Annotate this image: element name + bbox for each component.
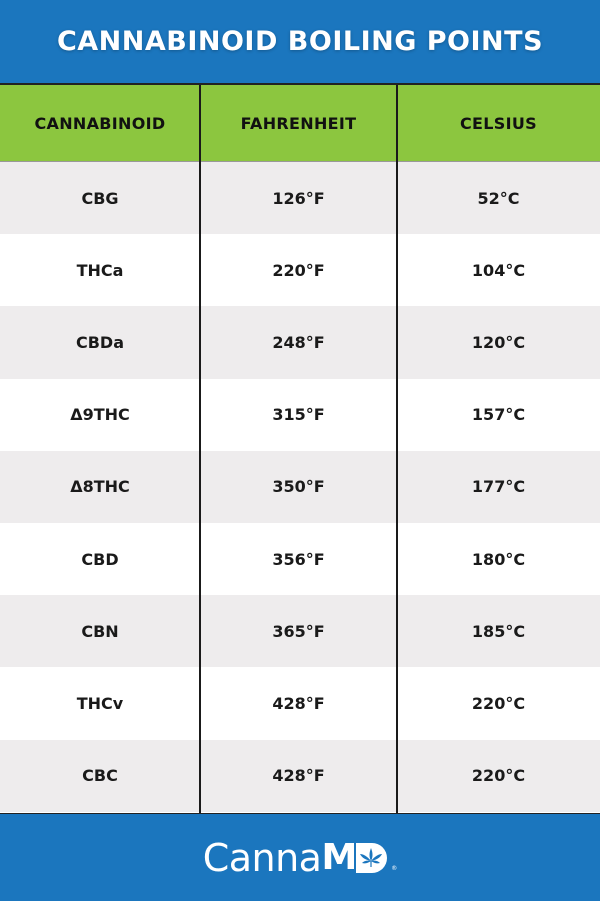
fahrenheit-cell: 350°F xyxy=(272,477,325,497)
cannabinoid-cell: CBN xyxy=(81,621,119,641)
cannabinoid-cell: THCv xyxy=(76,693,124,713)
logo-text-m: M xyxy=(321,837,357,878)
boiling-points-table: CANNABINOID FAHRENHEIT CELSIUS CBG 126°F 5… xyxy=(0,85,600,813)
registered-mark: ® xyxy=(391,865,398,872)
celsius-cell: 220°C xyxy=(471,693,526,713)
celsius-cell: 220°C xyxy=(471,766,526,786)
table-row: Δ9THC 315°F 157°C xyxy=(0,378,600,451)
fahrenheit-cell: 428°F xyxy=(272,766,325,786)
column-header-fahrenheit: FAHRENHEIT xyxy=(240,113,357,133)
page-title: CANNABINOID BOILING POINTS xyxy=(56,26,544,57)
fahrenheit-cell: 428°F xyxy=(272,693,325,713)
table-row: CBDa 248°F 120°C xyxy=(0,306,600,379)
cannabinoid-cell: THCa xyxy=(76,260,124,280)
cannabinoid-cell: CBD xyxy=(81,549,119,569)
fahrenheit-cell: 365°F xyxy=(272,621,325,641)
logo-text-canna: Canna xyxy=(202,835,322,880)
cannabinoid-cell: CBDa xyxy=(75,332,124,352)
celsius-cell: 104°C xyxy=(471,260,526,280)
table-row: CBN 365°F 185°C xyxy=(0,595,600,668)
cannabinoid-cell: Δ9THC xyxy=(70,405,130,425)
celsius-cell: 185°C xyxy=(471,621,526,641)
cannabinoid-cell: CBG xyxy=(81,188,119,208)
celsius-cell: 52°C xyxy=(477,188,520,208)
table-row: THCa 220°F 104°C xyxy=(0,234,600,307)
column-divider xyxy=(199,85,201,813)
cannabis-leaf-icon xyxy=(356,842,390,873)
fahrenheit-cell: 315°F xyxy=(272,405,325,425)
celsius-cell: 180°C xyxy=(471,549,526,569)
cannamd-logo: Canna M ® xyxy=(203,836,398,880)
fahrenheit-cell: 220°F xyxy=(272,260,325,280)
cannabinoid-cell: Δ8THC xyxy=(70,477,130,497)
celsius-cell: 120°C xyxy=(471,332,526,352)
table-row: CBG 126°F 52°C xyxy=(0,162,600,235)
table-row: CBC 428°F 220°C xyxy=(0,739,600,812)
fahrenheit-cell: 356°F xyxy=(272,549,325,569)
celsius-cell: 157°C xyxy=(471,405,526,425)
table-row: CBD 356°F 180°C xyxy=(0,523,600,596)
table-row: Δ8THC 350°F 177°C xyxy=(0,450,600,523)
footer: Canna M ® xyxy=(0,813,600,901)
column-header-cannabinoid: CANNABINOID xyxy=(34,113,166,133)
column-header-celsius: CELSIUS xyxy=(460,113,537,133)
column-divider xyxy=(396,85,398,813)
fahrenheit-cell: 126°F xyxy=(272,188,325,208)
table-header-row: CANNABINOID FAHRENHEIT CELSIUS xyxy=(0,85,600,162)
celsius-cell: 177°C xyxy=(471,477,526,497)
fahrenheit-cell: 248°F xyxy=(272,332,325,352)
title-bar: CANNABINOID BOILING POINTS xyxy=(0,0,600,85)
cannabinoid-cell: CBC xyxy=(82,766,118,786)
table-row: THCv 428°F 220°C xyxy=(0,667,600,740)
